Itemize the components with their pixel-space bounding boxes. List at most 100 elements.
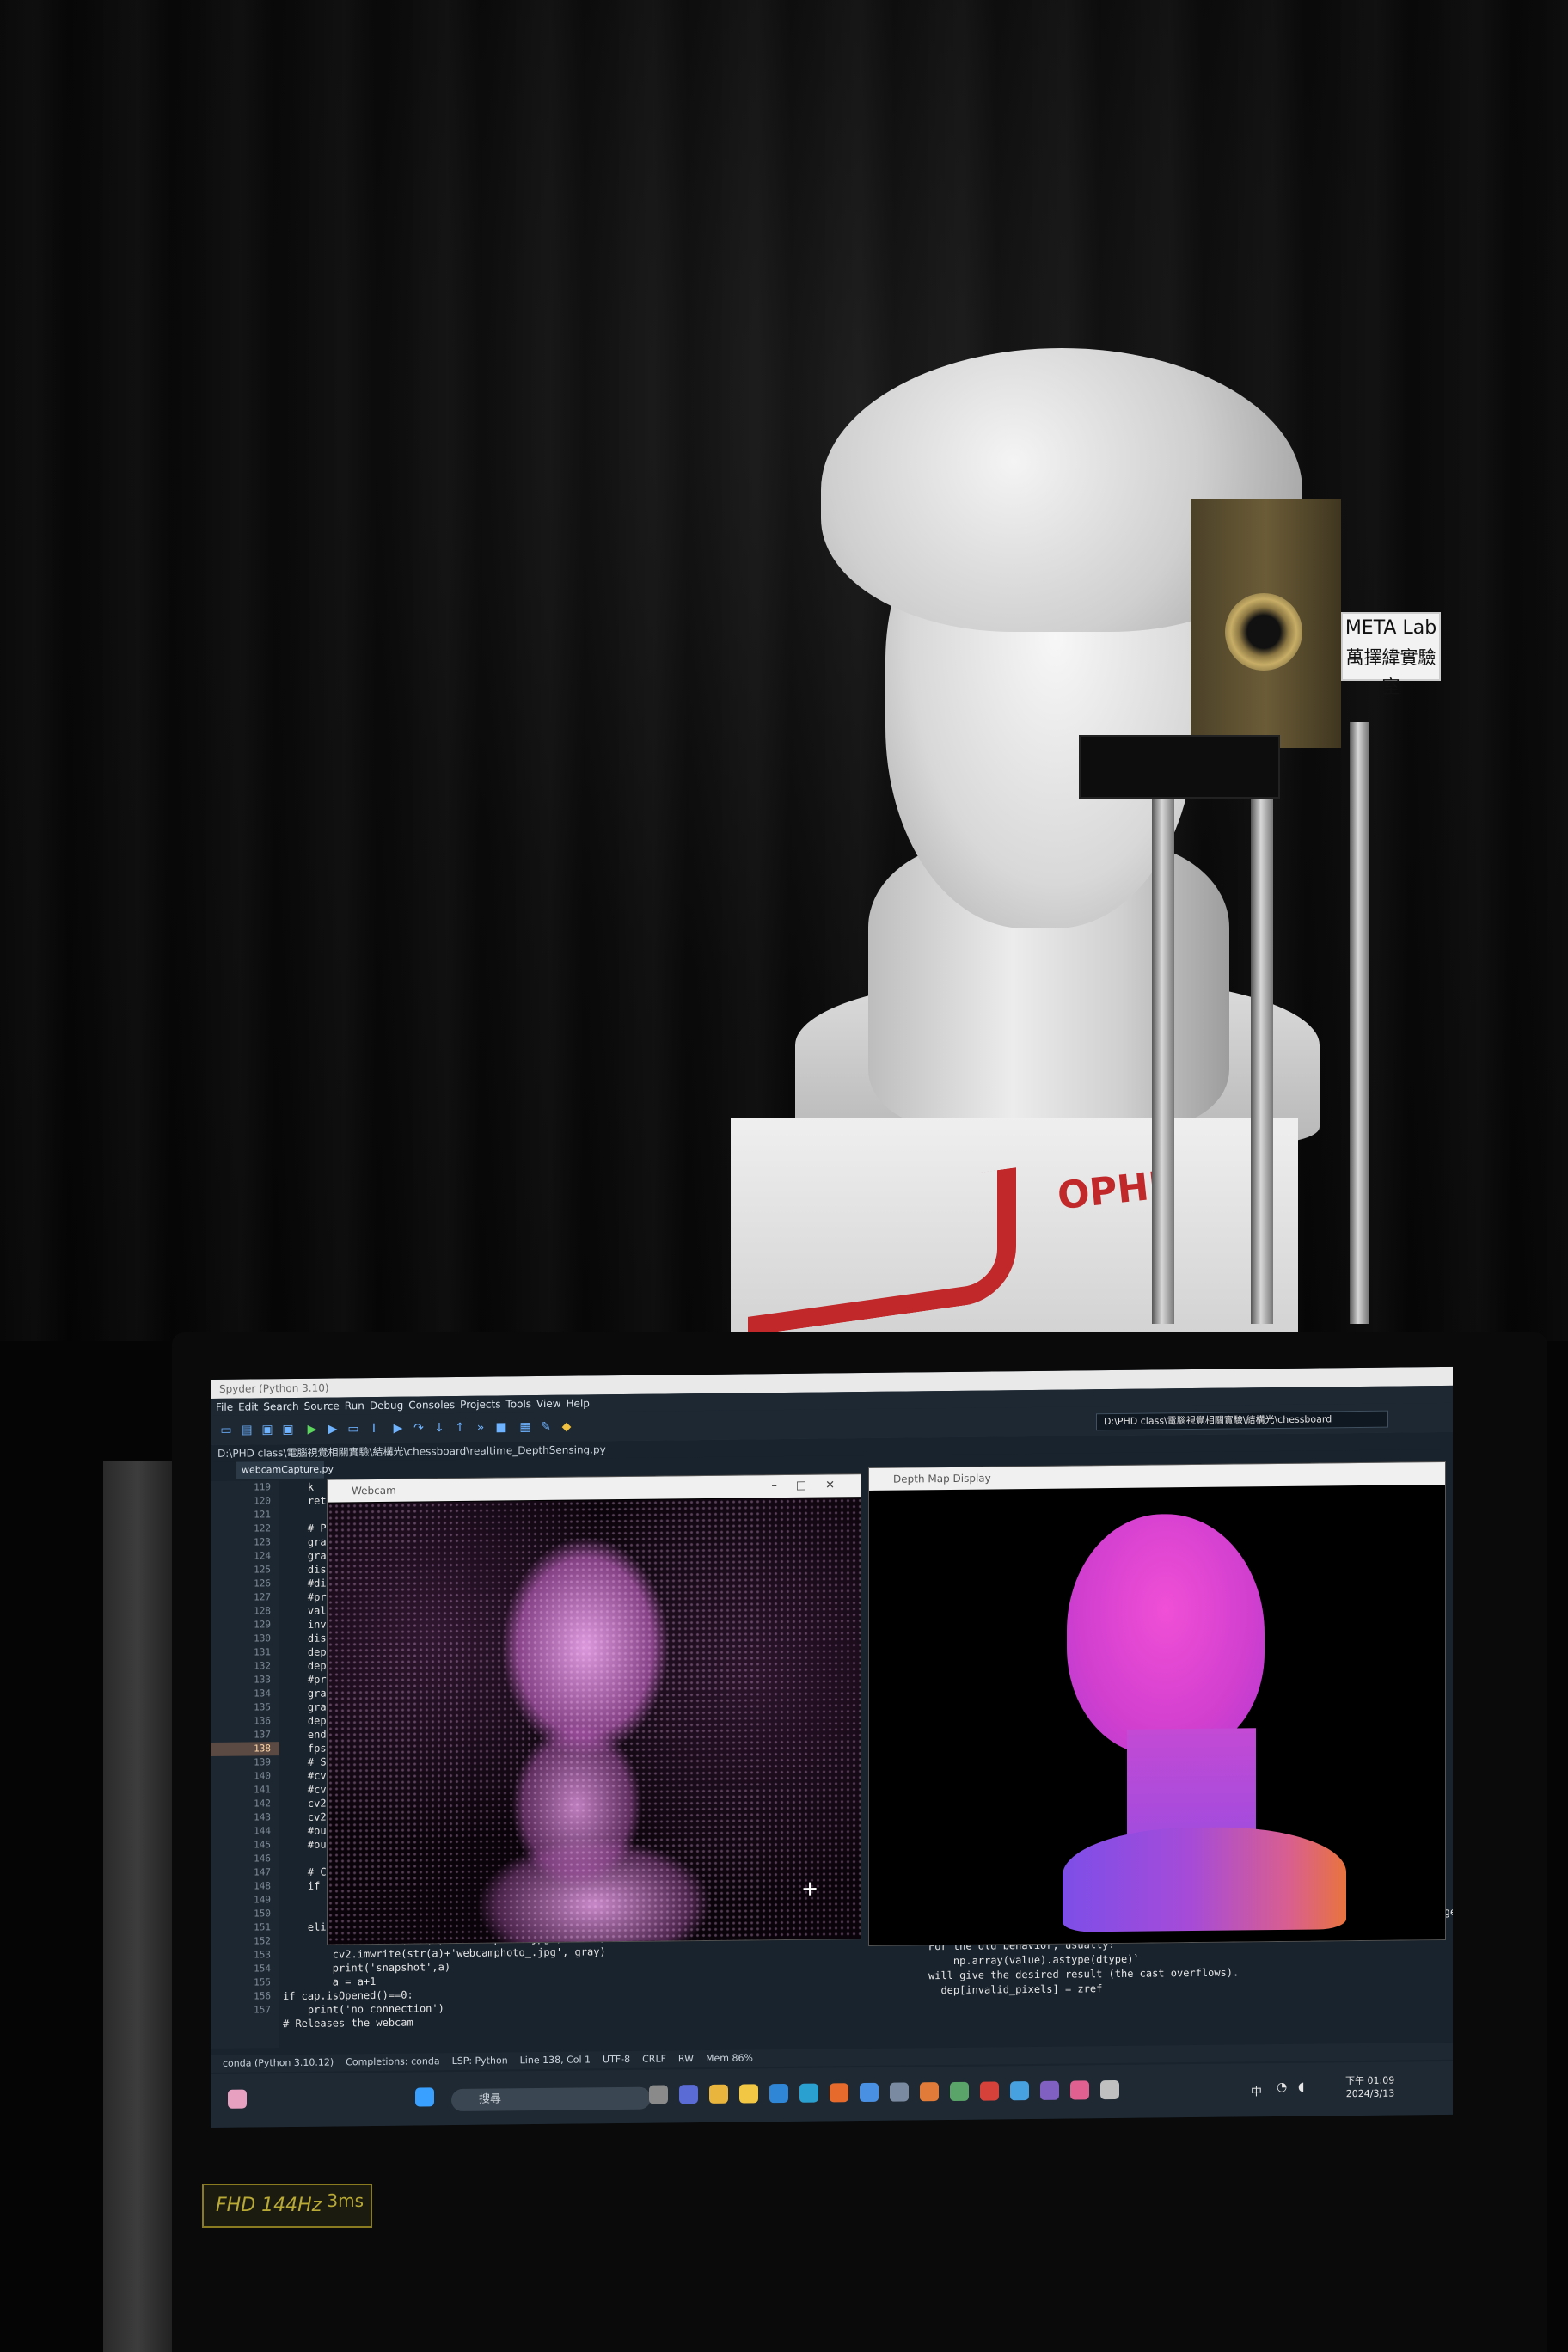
firefox-icon[interactable] [830,2083,848,2103]
store-icon[interactable] [769,2083,788,2104]
app2-icon[interactable] [1040,2080,1059,2100]
menu-item-projects[interactable]: Projects [460,1398,500,1410]
line-number: 120 [254,1495,271,1507]
debug-icon[interactable]: ▶ [391,1422,405,1436]
menu-item-tools[interactable]: Tools [505,1398,531,1410]
line-number: 147 [254,1866,271,1878]
wifi-icon[interactable]: ◔ [1277,2080,1287,2094]
status-item: LSP: Python [451,2055,508,2067]
chrome-icon[interactable] [709,2084,728,2104]
line-number: 129 [254,1619,271,1631]
line-number: 140 [254,1770,271,1782]
monitor-stand [103,1461,172,2352]
edge-icon[interactable] [799,2083,818,2103]
line-number: 127 [254,1591,271,1603]
line-number: 152 [254,1935,271,1947]
sticker-hz: 144Hz [261,2195,322,2216]
working-directory-field[interactable]: D:\PHD class\電腦視覺相關實驗\結構光\chessboard [1096,1410,1388,1431]
save-icon[interactable]: ▣ [260,1423,274,1436]
fhd-sticker: FHD 144Hz 3ms [202,2184,372,2228]
line-number: 146 [254,1853,271,1865]
continue-icon[interactable]: » [474,1421,487,1435]
menu-item-edit[interactable]: Edit [238,1400,258,1412]
line-number: 121 [254,1509,271,1521]
crosshair-cursor-icon: + [801,1876,819,1901]
spyder-icon[interactable] [980,2081,999,2101]
open-folder-icon[interactable]: ▤ [240,1423,254,1436]
menu-item-source[interactable]: Source [304,1400,340,1412]
new-file-icon[interactable]: ▭ [219,1424,233,1437]
line-number: 153 [254,1949,271,1961]
step-icon[interactable]: ↷ [412,1421,426,1435]
run-cell-advance-icon[interactable]: ▭ [346,1422,360,1436]
status-item: CRLF [642,2053,666,2065]
line-number: 154 [254,1963,271,1975]
save-all-icon[interactable]: ▣ [281,1423,295,1436]
menu-item-help[interactable]: Help [567,1397,590,1409]
step-into-icon[interactable]: ↓ [432,1421,446,1435]
volume-icon[interactable]: ◖ [1298,2080,1304,2094]
task-view-icon[interactable] [649,2085,668,2104]
depth-window[interactable]: Depth Map Display [868,1461,1446,1946]
status-item: Completions: conda [346,2055,440,2068]
blender-icon[interactable] [920,2082,939,2102]
step-return-icon[interactable]: ↑ [453,1421,467,1435]
teams-icon[interactable] [679,2085,698,2104]
ime-indicator[interactable]: 中 [1251,2082,1262,2098]
status-item: UTF-8 [603,2053,631,2066]
line-number: 119 [254,1481,271,1493]
rig-rod-left [1152,774,1174,1324]
status-item: Line 138, Col 1 [519,2054,591,2067]
line-icon[interactable] [950,2081,969,2101]
widgets-icon[interactable] [228,2089,247,2109]
line-number: 128 [254,1605,271,1617]
line-number: 157 [254,2004,271,2016]
app-icon[interactable] [890,2082,909,2102]
depth-shoulder-region [1063,1826,1346,1932]
python-path-icon[interactable]: ◆ [560,1420,573,1434]
editor-tab[interactable]: webcamCapture.py [236,1461,334,1479]
app4-icon[interactable] [1100,2079,1119,2100]
line-number: 156 [254,1990,271,2002]
line-number: 150 [254,1908,271,1920]
line-number: 143 [254,1811,271,1823]
rig-rod-right [1350,722,1369,1324]
clock-time: 下午 01:09 [1345,2074,1395,2087]
line-number: 135 [254,1701,271,1713]
start-icon[interactable] [415,2087,434,2107]
file-explorer-icon[interactable] [739,2084,758,2104]
app3-icon[interactable] [1070,2080,1089,2100]
run-selection-icon[interactable]: I [367,1422,381,1436]
depth-map-image [869,1485,1445,1945]
line-number: 134 [254,1687,271,1700]
system-clock[interactable]: 下午 01:09 2024/3/13 [1345,2074,1394,2101]
chrome-alt-icon[interactable] [1010,2081,1029,2101]
webcam-window[interactable]: Webcam –□✕ [327,1473,861,1945]
projector-lens [1225,593,1302,671]
camera-mount-bar [1079,735,1280,799]
run-cell-icon[interactable]: ▶ [326,1422,340,1436]
lab-label-line1: META Lab [1344,617,1437,639]
menu-item-consoles[interactable]: Consoles [408,1399,455,1412]
window-controls[interactable]: –□✕ [771,1474,854,1498]
menu-item-view[interactable]: View [536,1398,560,1410]
line-number: 136 [254,1715,271,1727]
line-number: 131 [254,1646,271,1658]
clock-date: 2024/3/13 [1345,2087,1395,2100]
menu-item-search[interactable]: Search [263,1400,298,1412]
line-number-gutter: 119 120 121 122 123 124 125 126 127 128 129 130 131 1… [211,1480,279,2049]
menu-item-run[interactable]: Run [345,1400,364,1412]
line-number: 137 [254,1729,271,1741]
line-number: 139 [254,1756,271,1768]
line-number: 126 [254,1577,271,1589]
line-number: 122 [254,1522,271,1534]
menu-item-file[interactable]: File [216,1401,233,1413]
webcam-title-text: Webcam [352,1484,396,1498]
stop-icon[interactable]: ■ [494,1420,508,1434]
maximize-pane-icon[interactable]: ▦ [518,1420,532,1434]
run-icon[interactable]: ▶ [305,1423,319,1436]
taskbar-search[interactable]: 搜尋 [451,2086,651,2112]
menu-item-debug[interactable]: Debug [370,1400,403,1412]
dropbox-icon[interactable] [860,2082,879,2103]
preferences-icon[interactable]: ✎ [539,1420,553,1434]
